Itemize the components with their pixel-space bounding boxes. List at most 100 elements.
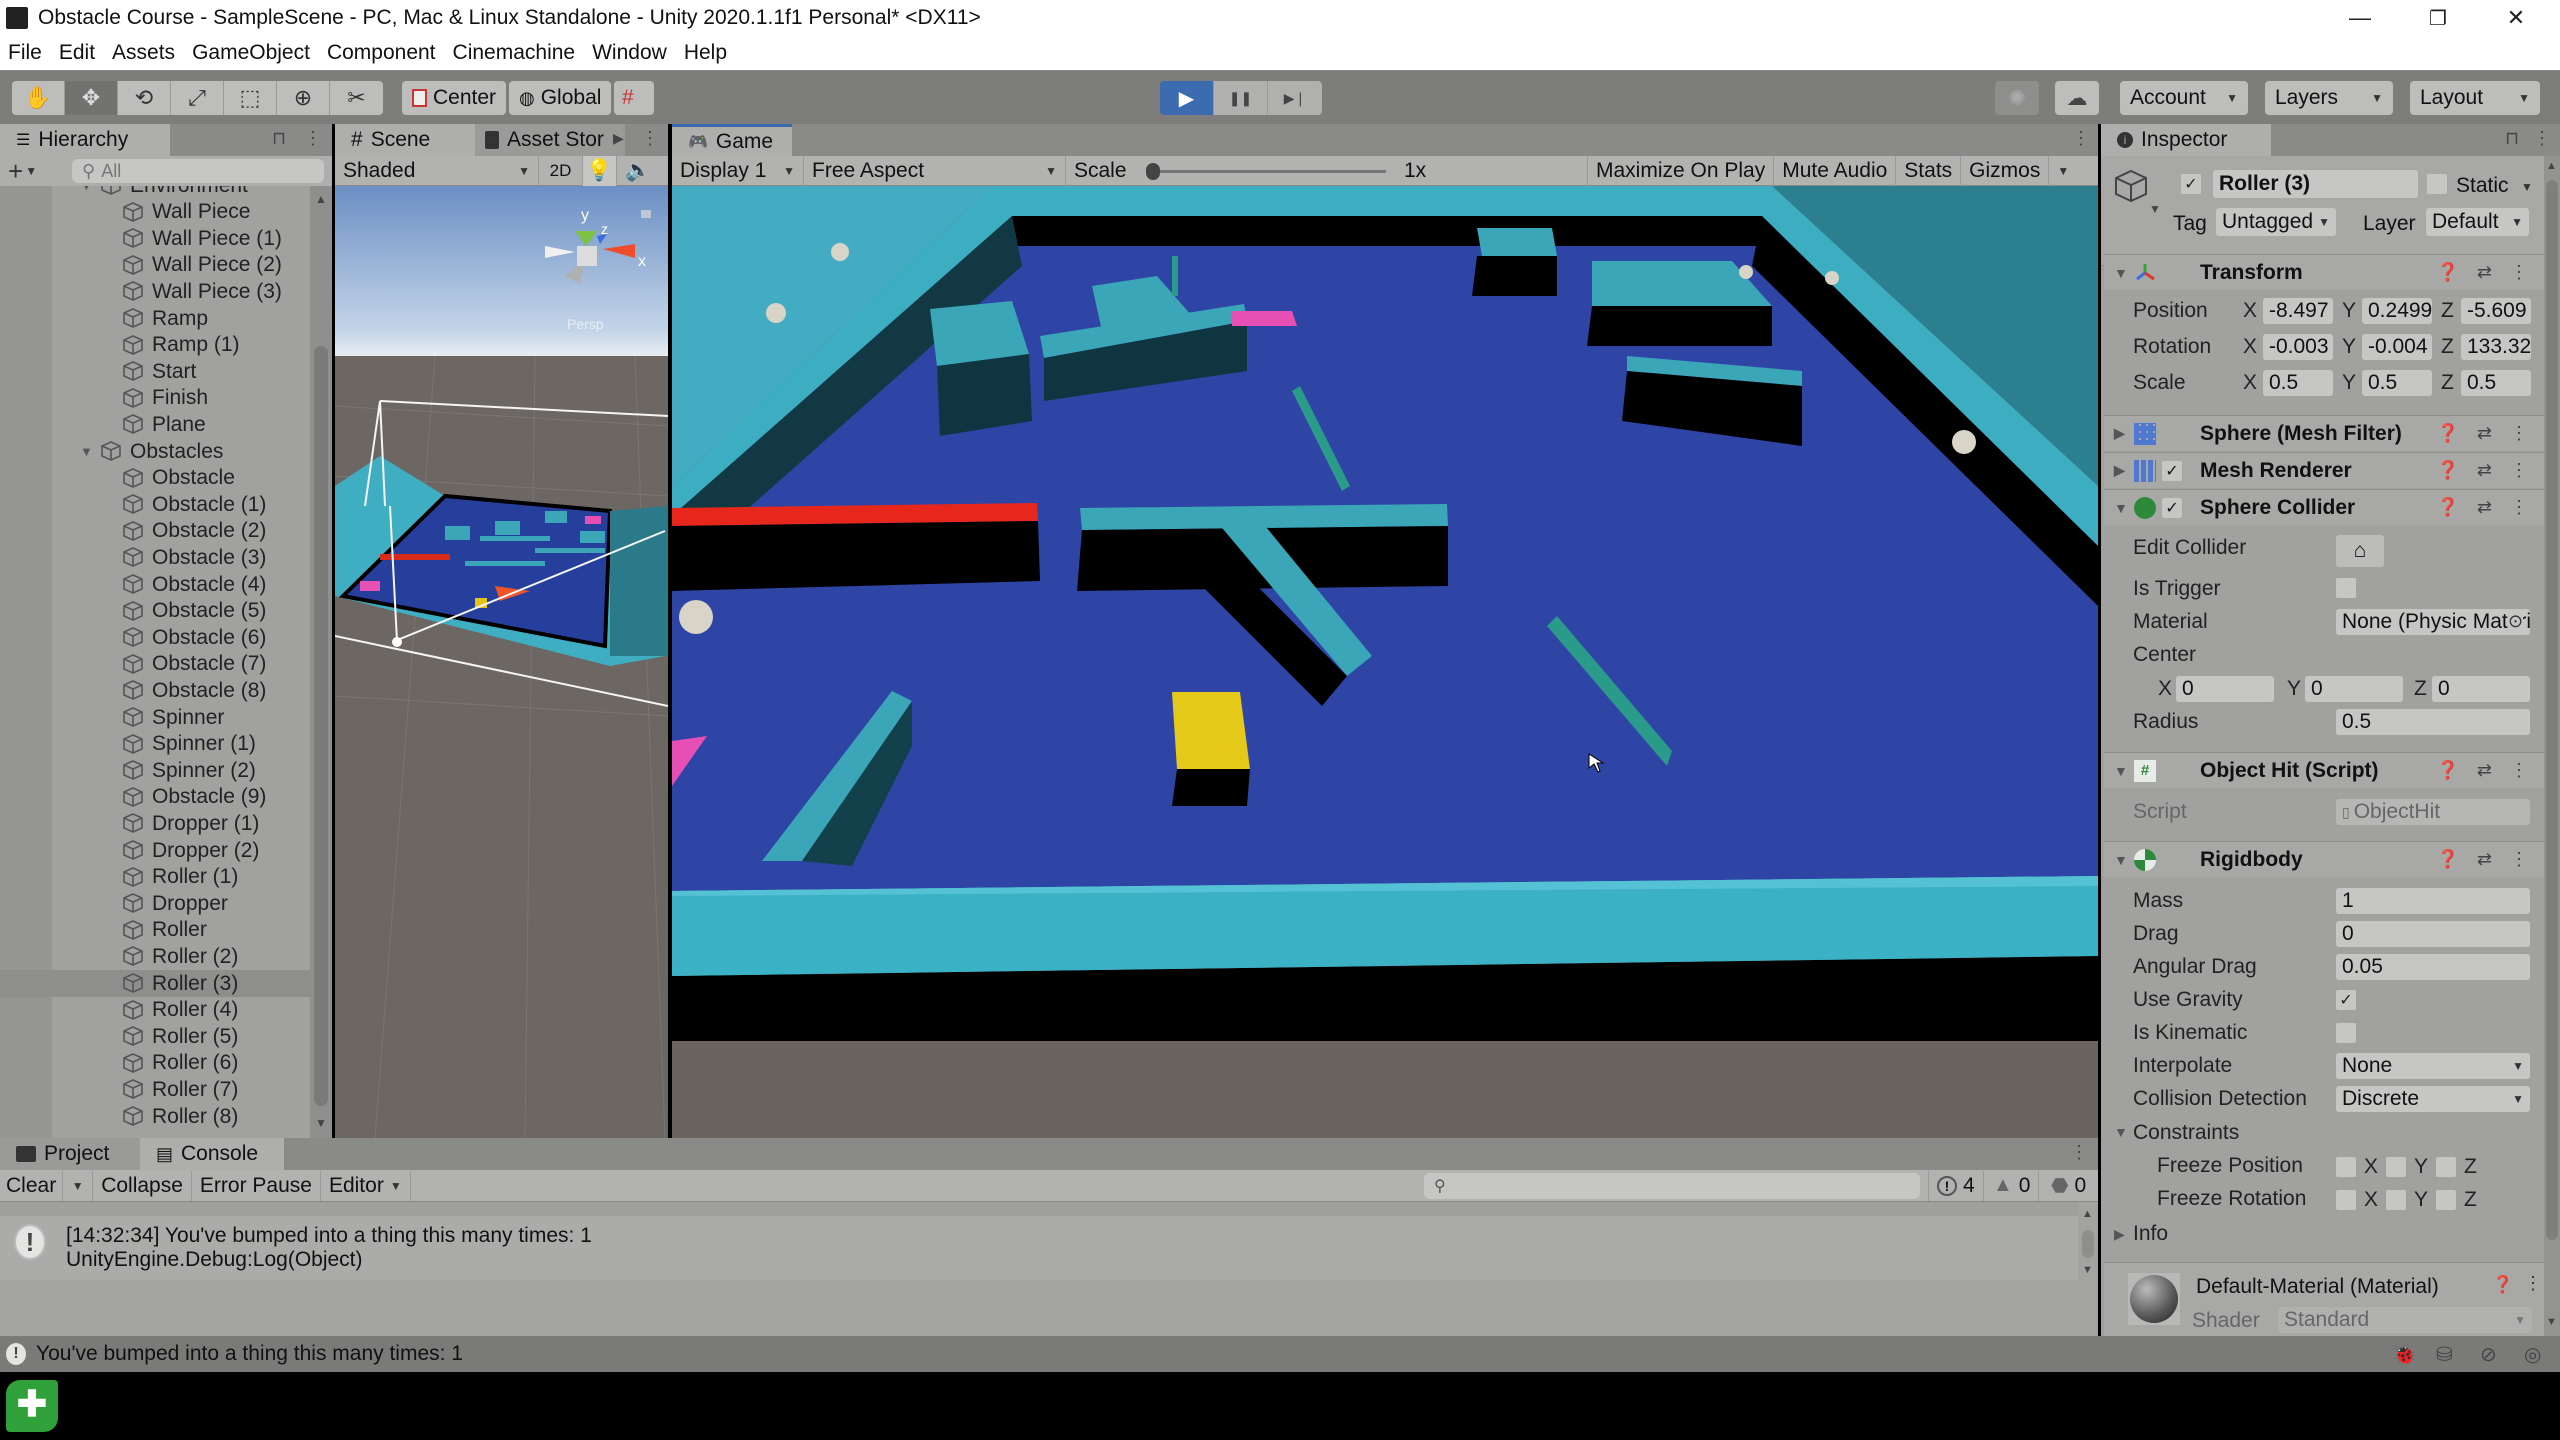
active-checkbox[interactable]: ✓	[2181, 174, 2201, 194]
center-x-field[interactable]: 0	[2176, 676, 2274, 702]
rotation-x-field[interactable]: -0.003	[2263, 334, 2333, 360]
constraints-collapse-icon[interactable]: ▼	[2114, 1124, 2128, 1140]
hierarchy-item[interactable]: Finish	[0, 385, 310, 412]
position-z-field[interactable]: -5.609	[2461, 298, 2531, 324]
auto-generate-lighting-icon[interactable]: ⊘	[2480, 1342, 2497, 1367]
edit-collider-button[interactable]: ⌂	[2336, 535, 2384, 567]
presets-icon[interactable]: ⇄	[2477, 849, 2492, 870]
hierarchy-item[interactable]: Wall Piece (1)	[0, 225, 310, 252]
hierarchy-item[interactable]: Roller (4)	[0, 997, 310, 1024]
clear-button[interactable]: Clear	[0, 1170, 64, 1201]
restore-button[interactable]: ❐	[2403, 0, 2473, 36]
custom-tool-icon[interactable]: ✂	[330, 81, 383, 115]
pause-button[interactable]: ❚❚	[1214, 81, 1268, 115]
scroll-down-icon[interactable]: ▼	[2546, 1316, 2557, 1328]
freeze-rotation-z-checkbox[interactable]	[2436, 1190, 2456, 1210]
hierarchy-item[interactable]: Obstacle (1)	[0, 491, 310, 518]
help-icon[interactable]: ❓	[2436, 849, 2458, 870]
more-options-icon[interactable]: ⋮	[2510, 760, 2528, 781]
menu-edit[interactable]: Edit	[59, 41, 95, 65]
hierarchy-item[interactable]: Dropper (1)	[0, 810, 310, 837]
more-options-icon[interactable]: ⋮	[641, 128, 659, 149]
static-checkbox[interactable]	[2427, 174, 2447, 194]
cache-server-icon[interactable]: ⛁	[2436, 1342, 2453, 1367]
hand-tool-icon[interactable]: ✋	[12, 81, 65, 115]
log-entry[interactable]: ! [14:32:34] You've bumped into a thing …	[0, 1216, 2078, 1280]
tag-dropdown[interactable]: Untagged ▼	[2216, 208, 2336, 236]
mesh-renderer-header[interactable]: ▶ ✓ Mesh Renderer ❓ ⇄ ⋮	[2104, 452, 2544, 488]
debug-bug-icon[interactable]: 🐞	[2392, 1342, 2417, 1367]
use-gravity-checkbox[interactable]: ✓	[2336, 990, 2356, 1010]
cloud-button[interactable]: ☁	[2055, 81, 2099, 115]
hierarchy-item[interactable]: Ramp	[0, 305, 310, 332]
foldout-triangle-icon[interactable]: ▼	[80, 186, 93, 193]
hierarchy-item[interactable]: Roller (2)	[0, 943, 310, 970]
collab-button[interactable]: ✺	[1995, 81, 2039, 115]
hierarchy-search-input[interactable]: ⚲ All	[72, 159, 324, 183]
more-options-icon[interactable]: ⋮	[2524, 1273, 2542, 1294]
scale-z-field[interactable]: 0.5	[2461, 370, 2531, 396]
info-expand-icon[interactable]: ▶	[2114, 1226, 2125, 1243]
hierarchy-item[interactable]: Obstacle (7)	[0, 651, 310, 678]
rotation-z-field[interactable]: 133.32	[2461, 334, 2531, 360]
tab-scene[interactable]: # Scene	[335, 124, 475, 156]
help-icon[interactable]: ❓	[2436, 760, 2458, 781]
hierarchy-item[interactable]: Spinner (2)	[0, 757, 310, 784]
rotation-y-field[interactable]: -0.004	[2362, 334, 2432, 360]
collapse-triangle-icon[interactable]: ▼	[2114, 265, 2128, 281]
rect-tool-icon[interactable]: ⬚	[224, 81, 277, 115]
presets-icon[interactable]: ⇄	[2477, 460, 2492, 481]
hierarchy-item[interactable]: Roller (6)	[0, 1050, 310, 1077]
hierarchy-item[interactable]: Roller (5)	[0, 1023, 310, 1050]
collapse-triangle-icon[interactable]: ▼	[2114, 500, 2128, 516]
freeze-position-x-checkbox[interactable]	[2336, 1157, 2356, 1177]
sphere-collider-enabled-checkbox[interactable]: ✓	[2162, 497, 2182, 518]
hierarchy-item[interactable]: Obstacle (5)	[0, 598, 310, 625]
snap-toggle[interactable]: #	[614, 81, 654, 115]
mesh-renderer-enabled-checkbox[interactable]: ✓	[2162, 460, 2182, 481]
tab-inspector[interactable]: i Inspector	[2101, 124, 2271, 156]
object-picker-icon[interactable]: ⊙	[2508, 611, 2524, 632]
mass-field[interactable]: 1	[2336, 888, 2530, 914]
menu-gameobject[interactable]: GameObject	[192, 41, 310, 65]
drag-field[interactable]: 0	[2336, 921, 2530, 947]
hierarchy-item[interactable]: Wall Piece (2)	[0, 252, 310, 279]
more-options-icon[interactable]: ⋮	[2510, 262, 2528, 283]
hierarchy-scrollbar[interactable]: ▲ ▼	[310, 186, 332, 1138]
center-z-field[interactable]: 0	[2432, 676, 2530, 702]
expand-triangle-icon[interactable]: ▶	[2114, 462, 2125, 479]
layout-dropdown[interactable]: Layout ▼	[2410, 81, 2540, 115]
collapse-toggle[interactable]: Collapse	[93, 1170, 192, 1201]
more-options-icon[interactable]: ⋮	[2533, 128, 2551, 149]
scroll-up-icon[interactable]: ▲	[315, 192, 327, 206]
freeze-rotation-y-checkbox[interactable]	[2386, 1190, 2406, 1210]
menu-component[interactable]: Component	[327, 41, 436, 65]
scale-x-field[interactable]: 0.5	[2263, 370, 2333, 396]
warning-filter-toggle[interactable]: ▲ 0	[1985, 1170, 2040, 1201]
position-y-field[interactable]: 0.2499	[2362, 298, 2432, 324]
hierarchy-item[interactable]: Dropper	[0, 890, 310, 917]
help-icon[interactable]: ❓	[2436, 262, 2458, 283]
tab-asset-store[interactable]: Asset Stor	[475, 124, 625, 156]
status-message[interactable]: You've bumped into a thing this many tim…	[36, 1342, 463, 1366]
scale-tool-icon[interactable]: ⤢	[171, 81, 224, 115]
presets-icon[interactable]: ⇄	[2477, 760, 2492, 781]
more-options-icon[interactable]: ⋮	[2510, 423, 2528, 444]
space-toggle[interactable]: ◍ Global	[509, 81, 611, 115]
center-y-field[interactable]: 0	[2305, 676, 2403, 702]
scroll-up-icon[interactable]: ▲	[2546, 160, 2557, 172]
scroll-thumb[interactable]	[314, 346, 328, 1106]
layer-dropdown[interactable]: Default ▼	[2426, 208, 2529, 236]
hierarchy-item[interactable]: Obstacle (6)	[0, 624, 310, 651]
close-button[interactable]: ✕	[2481, 0, 2551, 36]
scene-lock-icon[interactable]	[641, 210, 651, 218]
object-hit-header[interactable]: ▼ # Object Hit (Script) ❓ ⇄ ⋮	[2104, 752, 2544, 788]
hierarchy-item[interactable]: Obstacle (2)	[0, 518, 310, 545]
move-tool-icon[interactable]: ✥	[65, 81, 118, 115]
hierarchy-item[interactable]: Roller (1)	[0, 864, 310, 891]
foldout-triangle-icon[interactable]: ▼	[80, 444, 93, 459]
pivot-toggle[interactable]: Center	[402, 81, 506, 115]
camera-position-gizmo[interactable]	[392, 637, 402, 647]
hierarchy-item[interactable]: Obstacle	[0, 465, 310, 492]
taskbar-app-icon[interactable]: ✚	[6, 1380, 58, 1432]
